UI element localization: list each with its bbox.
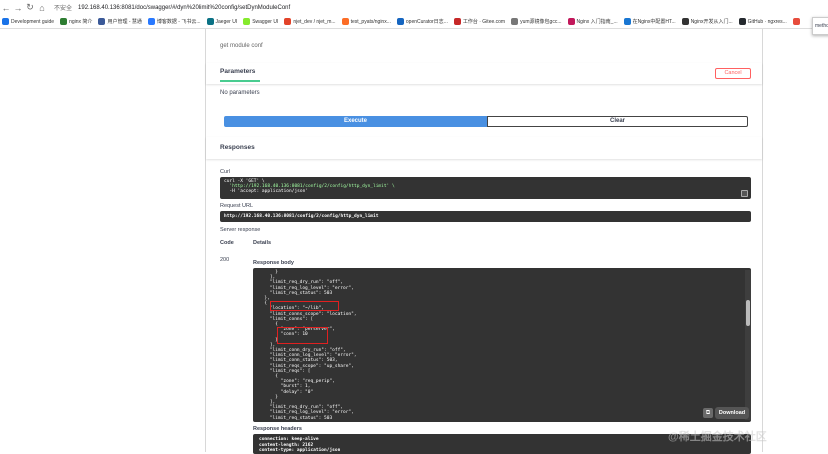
address-bar: ← → ↻ ⌂ 不安全 192.168.40.136:8081/doc/swag…	[0, 0, 828, 15]
bookmark-label: Nginx 入门指南_...	[576, 19, 618, 25]
bookmark-favicon-icon	[206, 18, 214, 25]
security-indicator[interactable]: 不安全	[54, 3, 72, 12]
bookmark-favicon-icon	[243, 18, 251, 25]
bookmark-label: Nginx开发从入门...	[690, 19, 733, 25]
bookmark-label: openCurator日志...	[405, 19, 448, 25]
bookmark-favicon-icon	[567, 18, 575, 25]
responses-title: Responses	[220, 144, 255, 151]
reload-icon[interactable]: ↻	[24, 2, 36, 13]
response-header-line: content-type: application/json	[259, 448, 341, 453]
clear-button[interactable]: Clear	[487, 116, 748, 127]
bookmark-item[interactable]: Nginx 入门指南_...	[567, 18, 618, 25]
curl-line: -H 'accept: application/json'	[224, 189, 308, 194]
server-response-label: Server response	[220, 227, 261, 233]
bookmark-favicon-icon	[396, 18, 404, 25]
curl-command-block[interactable]: curl -X 'GET' \ 'http://192.168.40.136:8…	[220, 177, 751, 199]
responses-header: Responses	[206, 137, 762, 159]
bookmark-item[interactable]: openCurator日志...	[396, 18, 448, 25]
bookmark-label: 博客数据 - 飞书云...	[156, 19, 201, 25]
bookmark-favicon-icon	[623, 18, 631, 25]
request-url-label: Request URL	[220, 203, 254, 209]
download-button[interactable]: Download	[715, 407, 749, 419]
operation-description: get module conf	[220, 43, 263, 49]
bookmark-label: Development guide	[11, 18, 55, 25]
url-field[interactable]: 192.168.40.136:8081/doc/swagger/#/dyn%20…	[78, 5, 290, 11]
bookmark-item[interactable]	[792, 18, 802, 25]
bookmark-item[interactable]: yum源镜像包gcc...	[511, 18, 562, 25]
bookmark-item[interactable]: GitHub · ngxres...	[738, 18, 787, 25]
bookmark-favicon-icon	[284, 18, 292, 25]
home-icon[interactable]: ⌂	[36, 3, 48, 13]
bookmark-favicon-icon	[738, 18, 746, 25]
bookmark-label: njet_dev / njet_m...	[293, 18, 336, 25]
bookmark-favicon-icon	[792, 18, 800, 25]
curl-label: Curl	[220, 169, 231, 175]
bookmark-item[interactable]: Development guide	[2, 18, 54, 25]
bookmark-label: Jaeger UI	[215, 18, 238, 25]
bookmark-label: yum源镜像包gcc...	[520, 19, 562, 25]
parameters-tab-underline	[220, 80, 260, 82]
bookmark-favicon-icon	[98, 18, 106, 25]
bookmark-label: 用户管理 - 慧通	[107, 19, 142, 25]
response-body-line: "limit_req_status": 503	[259, 415, 333, 421]
bookmark-favicon-icon	[147, 18, 155, 25]
bookmark-favicon-icon	[341, 18, 349, 25]
watermark: @稀土掘金技术社区	[668, 431, 767, 443]
bookmark-favicon-icon	[2, 18, 9, 25]
bookmark-item[interactable]: nginx 简介	[60, 18, 92, 25]
details-column-header: Details	[253, 240, 272, 246]
response-headers-label: Response headers	[253, 426, 302, 432]
bookmark-label: test_pyats/nginx...	[350, 18, 391, 25]
code-column-header: Code	[220, 240, 234, 246]
highlight-location-box	[270, 301, 339, 311]
highlight-zone-box	[277, 327, 328, 344]
no-parameters-text: No parameters	[220, 90, 260, 96]
bookmark-item[interactable]: 在Nginx中配置HT...	[623, 18, 676, 25]
popup-tab[interactable]: methc	[812, 17, 828, 35]
bookmark-favicon-icon	[453, 18, 461, 25]
bookmark-label: Swagger UI	[252, 18, 279, 25]
bookmark-item[interactable]: 博客数据 - 飞书云...	[147, 18, 201, 25]
response-body-scrollbar[interactable]	[745, 270, 751, 420]
bookmark-item[interactable]: Jaeger UI	[206, 18, 238, 25]
bookmark-item[interactable]: Nginx开发从入门...	[681, 18, 733, 25]
bookmark-item[interactable]: test_pyats/nginx...	[341, 18, 391, 25]
bookmark-label: 在Nginx中配置HT...	[632, 19, 676, 25]
clipboard-icon[interactable]: ⧉	[703, 408, 713, 418]
bookmark-item[interactable]: 工作台 · Gitee.com	[453, 18, 506, 25]
response-body-scroll-thumb[interactable]	[746, 300, 750, 326]
response-body-block[interactable]: } ], "limit_req_dry_run": "off", "limit_…	[253, 268, 751, 422]
bookmark-favicon-icon	[511, 18, 519, 25]
bookmark-item[interactable]: njet_dev / njet_m...	[284, 18, 336, 25]
execute-button[interactable]: Execute	[224, 116, 487, 127]
bookmark-item[interactable]: 用户管理 - 慧通	[98, 18, 142, 25]
bookmark-label: nginx 简介	[69, 19, 93, 25]
request-url-block[interactable]: http://192.168.40.136:8081/config/2/conf…	[220, 211, 751, 222]
copy-icon[interactable]	[741, 190, 748, 197]
bookmark-favicon-icon	[60, 18, 68, 25]
response-code: 200	[220, 257, 230, 263]
response-body-label: Response body	[253, 260, 294, 266]
parameters-title: Parameters	[220, 68, 256, 75]
cancel-button[interactable]: Cancel	[715, 68, 751, 79]
bookmark-item[interactable]: Swagger UI	[243, 18, 278, 25]
bookmark-favicon-icon	[681, 18, 689, 25]
bookmarks-bar: Development guide nginx 简介 用户管理 - 慧通 博客数据 -…	[0, 15, 828, 29]
bookmark-label: 工作台 · Gitee.com	[462, 19, 506, 25]
back-icon[interactable]: ←	[0, 3, 12, 13]
forward-icon[interactable]: →	[12, 3, 24, 13]
parameters-header: Parameters	[206, 63, 762, 84]
bookmark-label: GitHub · ngxres...	[747, 18, 787, 25]
